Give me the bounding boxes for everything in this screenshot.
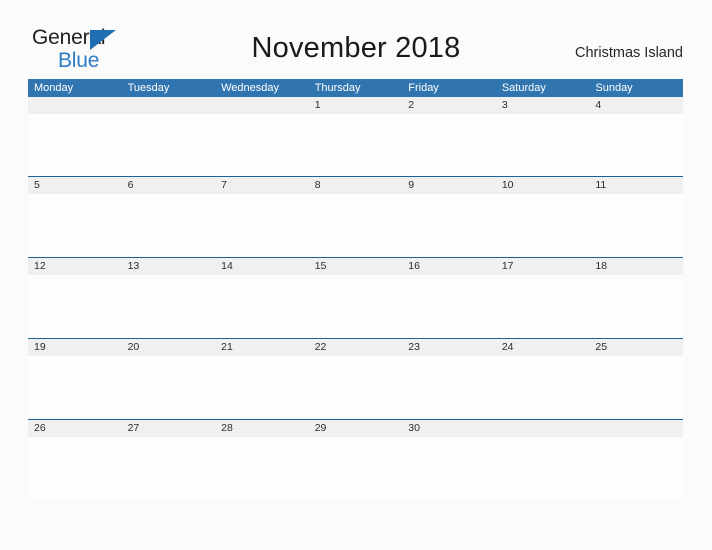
day-cell[interactable] [589, 275, 683, 338]
day-cell[interactable] [496, 194, 590, 257]
week-date-band: 5 6 7 8 9 10 11 [28, 176, 683, 194]
day-number[interactable] [28, 97, 122, 114]
day-number[interactable]: 30 [402, 420, 496, 437]
day-number[interactable]: 12 [28, 258, 122, 275]
day-cell[interactable] [215, 275, 309, 338]
day-number[interactable]: 7 [215, 177, 309, 194]
weekday-header-monday: Monday [34, 82, 74, 94]
day-cell[interactable] [122, 275, 216, 338]
week-date-band: 19 20 21 22 23 24 25 [28, 338, 683, 356]
day-cell[interactable] [496, 275, 590, 338]
day-cell[interactable] [28, 114, 122, 177]
week-event-band [28, 114, 683, 176]
day-number[interactable]: 23 [402, 339, 496, 356]
day-number[interactable]: 1 [309, 97, 403, 114]
day-cell[interactable] [215, 194, 309, 257]
day-cell[interactable] [309, 356, 403, 419]
day-cell[interactable] [496, 356, 590, 419]
day-cell[interactable] [122, 437, 216, 500]
calendar-week-row: 26 27 28 29 30 [28, 419, 683, 500]
day-cell[interactable] [589, 194, 683, 257]
day-cell[interactable] [122, 356, 216, 419]
weekday-header-sunday: Sunday [595, 82, 633, 94]
day-cell[interactable] [496, 114, 590, 177]
day-number[interactable]: 14 [215, 258, 309, 275]
day-cell[interactable] [215, 437, 309, 500]
day-number[interactable]: 8 [309, 177, 403, 194]
day-number[interactable]: 13 [122, 258, 216, 275]
day-cell[interactable] [589, 356, 683, 419]
week-date-band: 12 13 14 15 16 17 18 [28, 257, 683, 275]
weekday-header-wednesday: Wednesday [221, 82, 280, 94]
calendar-week-row: 19 20 21 22 23 24 25 [28, 338, 683, 419]
day-cell[interactable] [28, 275, 122, 338]
day-cell[interactable] [122, 194, 216, 257]
day-number[interactable]: 17 [496, 258, 590, 275]
day-cell[interactable] [215, 114, 309, 177]
day-cell[interactable] [309, 275, 403, 338]
week-event-band [28, 356, 683, 419]
day-cell[interactable] [402, 275, 496, 338]
week-date-band: 1 2 3 4 [28, 97, 683, 114]
day-number[interactable]: 29 [309, 420, 403, 437]
day-number[interactable]: 15 [309, 258, 403, 275]
day-number[interactable]: 24 [496, 339, 590, 356]
day-cell[interactable] [496, 437, 590, 500]
day-cell[interactable] [309, 194, 403, 257]
weekday-header-tuesday: Tuesday [127, 82, 170, 94]
day-cell[interactable] [122, 114, 216, 177]
day-number[interactable]: 9 [402, 177, 496, 194]
weekday-header-thursday: Thursday [314, 82, 361, 94]
page-header: General Blue November 2018 Christmas Isl… [0, 0, 712, 78]
day-number[interactable]: 19 [28, 339, 122, 356]
day-number[interactable] [496, 420, 590, 437]
day-cell[interactable] [589, 114, 683, 177]
calendar-week-row: 12 13 14 15 16 17 18 [28, 257, 683, 338]
day-number[interactable]: 2 [402, 97, 496, 114]
day-number[interactable]: 5 [28, 177, 122, 194]
day-cell[interactable] [402, 194, 496, 257]
day-number[interactable]: 26 [28, 420, 122, 437]
week-event-band [28, 437, 683, 500]
weekday-header-saturday: Saturday [501, 82, 546, 94]
day-cell[interactable] [402, 356, 496, 419]
day-number[interactable]: 28 [215, 420, 309, 437]
weekday-header-row: Monday Tuesday Wednesday Thursday Friday… [28, 79, 683, 97]
day-cell[interactable] [28, 437, 122, 500]
day-number[interactable] [122, 97, 216, 114]
day-cell[interactable] [589, 437, 683, 500]
day-number[interactable]: 20 [122, 339, 216, 356]
week-event-band [28, 194, 683, 257]
calendar-table: Monday Tuesday Wednesday Thursday Friday… [28, 79, 683, 500]
week-event-band [28, 275, 683, 338]
day-number[interactable]: 18 [589, 258, 683, 275]
day-number[interactable]: 16 [402, 258, 496, 275]
day-number[interactable] [589, 420, 683, 437]
day-cell[interactable] [28, 194, 122, 257]
calendar-week-row: 5 6 7 8 9 10 11 [28, 176, 683, 257]
day-number[interactable]: 3 [496, 97, 590, 114]
day-number[interactable]: 27 [122, 420, 216, 437]
calendar-week-row: 1 2 3 4 [28, 97, 683, 176]
day-cell[interactable] [309, 114, 403, 177]
day-number[interactable]: 6 [122, 177, 216, 194]
day-cell[interactable] [309, 437, 403, 500]
weekday-header-friday: Friday [408, 82, 439, 94]
day-number[interactable]: 11 [589, 177, 683, 194]
day-number[interactable]: 4 [589, 97, 683, 114]
day-cell[interactable] [402, 114, 496, 177]
day-number[interactable] [215, 97, 309, 114]
day-number[interactable]: 25 [589, 339, 683, 356]
day-cell[interactable] [402, 437, 496, 500]
day-cell[interactable] [215, 356, 309, 419]
week-date-band: 26 27 28 29 30 [28, 419, 683, 437]
day-number[interactable]: 10 [496, 177, 590, 194]
locale-label: Christmas Island [575, 45, 683, 61]
day-cell[interactable] [28, 356, 122, 419]
day-number[interactable]: 22 [309, 339, 403, 356]
day-number[interactable]: 21 [215, 339, 309, 356]
